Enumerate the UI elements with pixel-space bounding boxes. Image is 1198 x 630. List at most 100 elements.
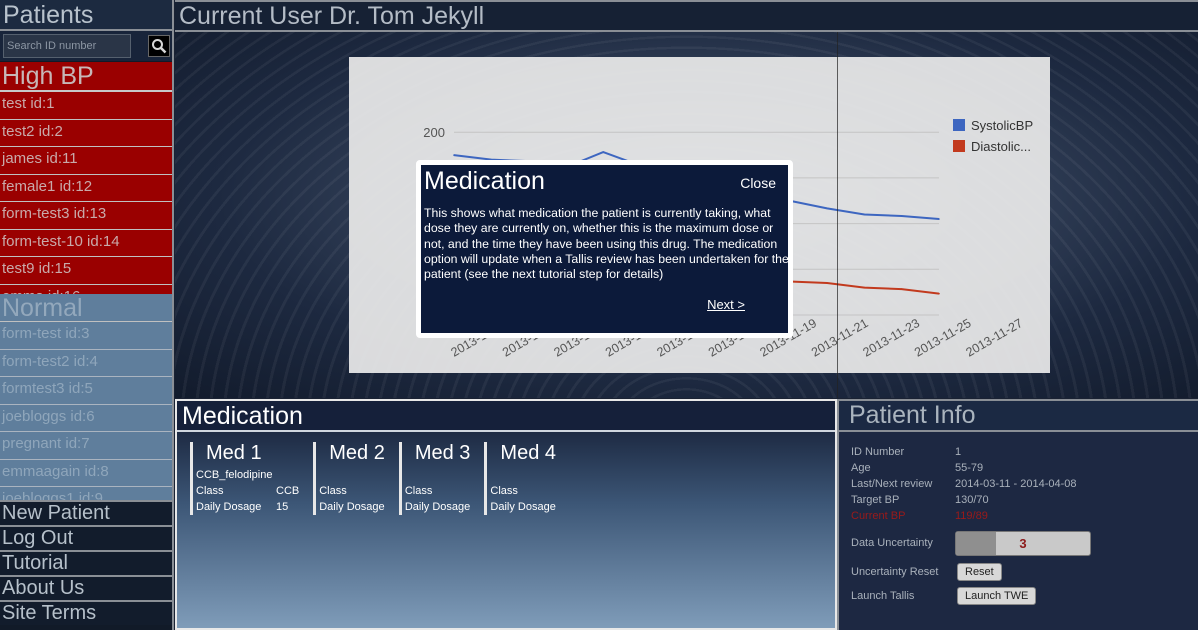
info-label: Current BP (851, 510, 906, 522)
search-row (0, 31, 172, 61)
patient-list-item[interactable]: james id:11 (0, 147, 172, 175)
x-tick-label: 2013-11-21 (809, 316, 871, 360)
med-name: Med 3 (414, 442, 471, 464)
med-class-row: Class (319, 483, 385, 499)
med-column: Med 1 CCB_felodipine Class CCB Daily Dosa… (190, 442, 299, 515)
series-point (938, 218, 940, 220)
medication-columns: Med 1 CCB_felodipine Class CCB Daily Dosa… (177, 432, 835, 515)
med-name: Med 1 (206, 442, 262, 464)
med-class-label: Class (490, 485, 518, 497)
patient-list-item[interactable]: pregnant id:7 (0, 432, 172, 460)
info-row-age: Age 55-79 (839, 460, 1198, 476)
side-menu: New Patient Log Out Tutorial About Us Si… (0, 500, 172, 625)
menu-log-out[interactable]: Log Out (0, 525, 172, 550)
med-drug (405, 467, 471, 483)
med-dosage-row: Daily Dosage (490, 499, 556, 515)
reset-button[interactable]: Reset (957, 563, 1002, 581)
search-icon (152, 39, 167, 54)
med-class-row: Class (405, 483, 471, 499)
med-class-label: Class (404, 485, 433, 497)
patient-list-item[interactable]: form-test2 id:4 (0, 350, 172, 377)
header: Current User Dr. Tom Jekyll (175, 0, 1198, 32)
series-point (900, 288, 903, 290)
medication-title-bar: Medication (177, 401, 835, 432)
info-row-current-bp: Current BP 119/89 (839, 508, 1198, 524)
tutorial-modal: Medication Close This shows what medicat… (416, 160, 793, 338)
med-column: Med 3 Class Daily Dosage (398, 442, 471, 515)
med-dosage-label: Daily Dosage (196, 501, 262, 513)
series-point (826, 282, 828, 284)
patient-list-item[interactable]: test2 id:2 (0, 120, 172, 147)
modal-close-button[interactable]: Close (740, 175, 776, 191)
med-class-label: Class (196, 485, 224, 497)
info-value: 130/70 (955, 494, 989, 506)
series-point (900, 215, 903, 217)
y-tick-label: 200 (423, 125, 445, 140)
patient-sidebar: Patients High BP test id:1 test2 id:2 ja… (0, 0, 174, 630)
series-point (863, 213, 866, 216)
modal-next-link[interactable]: Next > (707, 297, 745, 312)
page-title: Current User Dr. Tom Jekyll (179, 2, 485, 30)
x-tick-label: 2013-11-25 (912, 316, 974, 360)
launch-twe-button[interactable]: Launch TWE (957, 587, 1037, 605)
modal-body: This shows what medication the patient i… (424, 206, 789, 282)
reset-label: Uncertainty Reset (851, 566, 939, 578)
modal-title: Medication (424, 167, 545, 195)
menu-about-us[interactable]: About Us (0, 575, 172, 600)
series-point (863, 286, 866, 289)
search-button[interactable] (148, 35, 170, 57)
med-dosage-row: Daily Dosage (319, 499, 385, 515)
reset-row: Uncertainty Reset Reset (839, 560, 1198, 584)
search-input[interactable] (3, 34, 131, 58)
med-dosage-label: Daily Dosage (490, 501, 556, 513)
x-tick-label: 2013-11-27 (964, 316, 1026, 360)
patient-list-item[interactable]: emmaagain id:8 (0, 460, 172, 487)
info-label: Last/Next review (851, 478, 933, 490)
series-point (826, 207, 828, 210)
med-dosage-row: Daily Dosage (405, 499, 471, 515)
info-value: 1 (955, 446, 962, 458)
high-bp-group: High BP test id:1 test2 id:2 james id:11… (0, 62, 172, 294)
patient-list-item[interactable]: test id:1 (0, 92, 172, 120)
menu-tutorial[interactable]: Tutorial (0, 550, 172, 575)
med-dosage-value: 15 (276, 501, 289, 513)
menu-site-terms[interactable]: Site Terms (0, 600, 172, 625)
patient-list-item[interactable]: test9 id:15 (0, 257, 172, 285)
uncertainty-label: Data Uncertainty (851, 537, 933, 549)
medication-panel: Medication Med 1 CCB_felodipine Class CCB… (175, 399, 837, 630)
patient-list-item[interactable]: form-test3 id:13 (0, 202, 172, 230)
med-class-value: CCB (276, 485, 300, 497)
med-column: Med 2 Class Daily Dosage (313, 442, 385, 515)
med-drug (490, 467, 556, 483)
info-value: 119/89 (955, 510, 988, 522)
info-row-review: Last/Next review 2014-03-11 - 2014-04-08 (839, 476, 1198, 492)
med-drug: CCB_felodipine (196, 469, 273, 481)
normal-group: Normal form-test id:3 form-test2 id:4 fo… (0, 294, 172, 500)
info-label: ID Number (851, 446, 905, 458)
series-point (938, 292, 940, 295)
patient-list-item[interactable]: form-test id:3 (0, 322, 172, 350)
uncertainty-slider[interactable]: 3 (955, 530, 1091, 556)
patient-list-item[interactable]: emma id:16 (0, 285, 172, 295)
med-drug (319, 467, 385, 483)
med-class-label: Class (319, 485, 347, 497)
med-name: Med 4 (500, 442, 557, 464)
patient-list-item[interactable]: joebloggs1 id:9 (0, 487, 172, 500)
legend-label: Diastolic... (971, 139, 1031, 154)
info-label: Age (851, 462, 871, 474)
patient-list-item[interactable]: joebloggs id:6 (0, 405, 172, 432)
med-column: Med 4 Class Daily Dosage (484, 442, 556, 515)
med-dosage-label: Daily Dosage (319, 501, 385, 513)
series-point (453, 154, 455, 156)
patient-list-item[interactable]: form-test-10 id:14 (0, 230, 172, 257)
med-dosage-row: Daily Dosage 15 (196, 499, 299, 515)
patient-info-rows: ID Number 1 Age 55-79 Last/Next review 2014… (839, 432, 1198, 524)
patient-list-item[interactable]: formtest3 id:5 (0, 377, 172, 405)
patient-info-title: Patient Info (849, 401, 976, 429)
med-name: Med 2 (329, 442, 385, 464)
info-label: Target BP (851, 494, 900, 506)
info-value: 55-79 (955, 462, 984, 474)
menu-new-patient[interactable]: New Patient (0, 500, 172, 525)
patient-list-item[interactable]: female1 id:12 (0, 175, 172, 202)
info-row-target-bp: Target BP 130/70 (839, 492, 1198, 508)
